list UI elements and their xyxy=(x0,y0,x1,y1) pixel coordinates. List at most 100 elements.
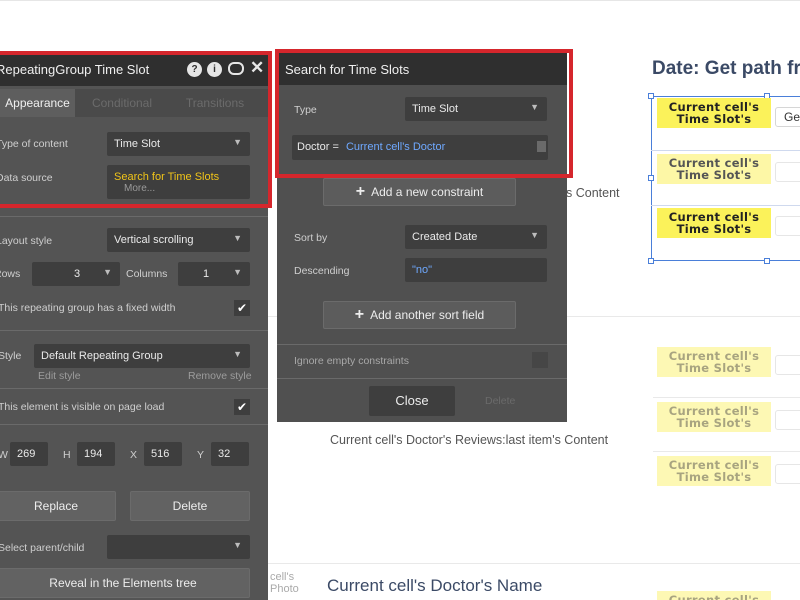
search-panel-header: Search for Time Slots xyxy=(277,52,567,85)
sort-by-dropdown[interactable]: Created Date ▼ xyxy=(405,225,547,249)
delete-element-button[interactable]: Delete xyxy=(130,491,250,521)
close-button[interactable]: Close xyxy=(369,386,455,416)
layout-style-dropdown[interactable]: Vertical scrolling ▼ xyxy=(107,228,250,252)
descending-value[interactable]: "no" xyxy=(412,264,432,276)
delete-search-button[interactable]: Delete xyxy=(485,395,515,407)
y-label: Y xyxy=(197,449,205,461)
resize-handle[interactable] xyxy=(648,175,654,181)
doctor-photo-placeholder[interactable]: cell's Photo xyxy=(270,571,299,595)
close-icon[interactable]: ✕ xyxy=(250,58,264,78)
plus-icon: + xyxy=(355,183,366,200)
content-label: s Content xyxy=(566,186,620,200)
search-type-label: Type xyxy=(294,104,317,116)
columns-dropdown[interactable]: 1 ▼ xyxy=(178,262,250,286)
search-type-value: Time Slot xyxy=(412,103,459,115)
placeholder-button xyxy=(775,162,800,182)
tab-conditional[interactable]: Conditional xyxy=(82,89,162,117)
placeholder-button xyxy=(775,410,800,430)
select-parent-label: Select parent/child xyxy=(0,542,85,554)
plus-icon: + xyxy=(354,306,365,323)
visible-on-load-checkbox[interactable]: ✔ xyxy=(234,399,250,415)
type-of-content-dropdown[interactable]: Time Slot ▼ xyxy=(107,132,250,156)
rows-dropdown[interactable]: 3 ▼ xyxy=(32,262,120,286)
ignore-empty-constraints-checkbox[interactable] xyxy=(532,352,548,368)
add-sort-field-button[interactable]: + Add another sort field xyxy=(323,301,516,329)
x-position-input[interactable]: 516 xyxy=(144,442,182,466)
data-source-more-link[interactable]: More... xyxy=(114,183,250,194)
y-position-input[interactable]: 32 xyxy=(211,442,249,466)
remove-style-link[interactable]: Remove style xyxy=(188,370,252,382)
constraint-value-expression[interactable]: Current cell's Doctor xyxy=(346,141,445,153)
replace-button[interactable]: Replace xyxy=(0,491,116,521)
resize-handle[interactable] xyxy=(648,93,654,99)
divider-line xyxy=(268,563,800,564)
time-slot-text-cell[interactable]: Current cell's Time Slot's xyxy=(657,208,771,238)
delete-constraint-icon[interactable] xyxy=(537,141,546,152)
select-parent-dropdown[interactable]: ▼ xyxy=(107,535,250,559)
chevron-down-icon: ▼ xyxy=(233,267,242,277)
style-value: Default Repeating Group xyxy=(41,350,163,362)
resize-handle[interactable] xyxy=(648,258,654,264)
placeholder-button xyxy=(775,216,800,236)
type-of-content-value: Time Slot xyxy=(114,138,161,150)
add-constraint-label: Add a new constraint xyxy=(371,185,484,199)
add-constraint-button[interactable]: + Add a new constraint xyxy=(323,178,516,206)
chevron-down-icon: ▼ xyxy=(233,137,242,147)
panel-tabs: Appearance Conditional Transitions xyxy=(0,89,268,117)
layout-style-label: Layout style xyxy=(0,235,53,247)
time-slot-text-cell[interactable]: Current cell's Time Slot's xyxy=(657,154,771,184)
repeating-group-row-divider xyxy=(651,205,800,206)
constraint-key[interactable]: Doctor = xyxy=(297,141,339,153)
sort-by-label: Sort by xyxy=(294,232,328,244)
data-source-field[interactable]: Search for Time Slots More... xyxy=(107,165,250,199)
rows-value: 3 xyxy=(74,268,81,280)
placeholder-button xyxy=(775,464,800,484)
section-divider xyxy=(0,216,268,217)
descending-field[interactable]: "no" xyxy=(405,258,547,282)
divider-line xyxy=(653,397,800,398)
type-of-content-label: Type of content xyxy=(0,138,68,150)
chevron-down-icon: ▼ xyxy=(103,267,112,277)
search-panel-title: Search for Time Slots xyxy=(285,62,410,77)
doctor-name-text[interactable]: Current cell's Doctor's Name xyxy=(327,576,542,596)
sort-by-value: Created Date xyxy=(412,231,478,243)
fixed-width-label: This repeating group has a fixed width xyxy=(0,302,176,314)
time-slot-text-cell[interactable]: Current cell's Time Slot's xyxy=(657,98,771,128)
ignore-empty-constraints-label: Ignore empty constraints xyxy=(294,355,409,367)
style-label: Style xyxy=(0,350,22,362)
get-button[interactable]: Ge xyxy=(775,107,800,127)
time-slot-text-cell-faded: Current cell's Time Slot's xyxy=(657,591,771,600)
chevron-down-icon: ▼ xyxy=(530,102,539,112)
search-type-dropdown[interactable]: Time Slot ▼ xyxy=(405,97,547,121)
date-title-text[interactable]: Date: Get path fro xyxy=(652,58,800,80)
chevron-down-icon: ▼ xyxy=(233,540,242,550)
comment-icon[interactable] xyxy=(228,62,244,75)
time-slot-text-cell-faded: Current cell's Time Slot's xyxy=(657,402,771,432)
resize-handle[interactable] xyxy=(764,258,770,264)
tab-transitions[interactable]: Transitions xyxy=(175,89,255,117)
width-input[interactable]: 269 xyxy=(10,442,48,466)
time-slot-text-cell-faded: Current cell's Time Slot's xyxy=(657,347,771,377)
edit-style-link[interactable]: Edit style xyxy=(38,370,81,382)
canvas-top-border xyxy=(0,0,800,1)
columns-value: 1 xyxy=(203,268,210,280)
fixed-width-checkbox[interactable]: ✔ xyxy=(234,300,250,316)
height-input[interactable]: 194 xyxy=(77,442,115,466)
chevron-down-icon: ▼ xyxy=(233,349,242,359)
tab-appearance[interactable]: Appearance xyxy=(0,89,75,117)
x-label: X xyxy=(130,449,138,461)
chevron-down-icon: ▼ xyxy=(530,230,539,240)
reveal-in-elements-tree-button[interactable]: Reveal in the Elements tree xyxy=(0,568,250,598)
help-icon[interactable]: ? xyxy=(187,62,202,77)
data-source-expression[interactable]: Search for Time Slots xyxy=(114,171,250,183)
add-sort-field-label: Add another sort field xyxy=(370,308,485,322)
photo-label-line-2: Photo xyxy=(270,583,299,595)
section-divider xyxy=(277,344,567,345)
style-dropdown[interactable]: Default Repeating Group ▼ xyxy=(34,344,250,368)
doctor-reviews-text[interactable]: Current cell's Doctor's Reviews:last ite… xyxy=(330,433,608,447)
info-icon[interactable]: i xyxy=(207,62,222,77)
constraint-row[interactable]: Doctor = Current cell's Doctor xyxy=(292,135,548,160)
repeating-group-row-divider xyxy=(651,150,800,151)
time-slot-text-cell-faded: Current cell's Time Slot's xyxy=(657,456,771,486)
descending-label: Descending xyxy=(294,265,350,277)
